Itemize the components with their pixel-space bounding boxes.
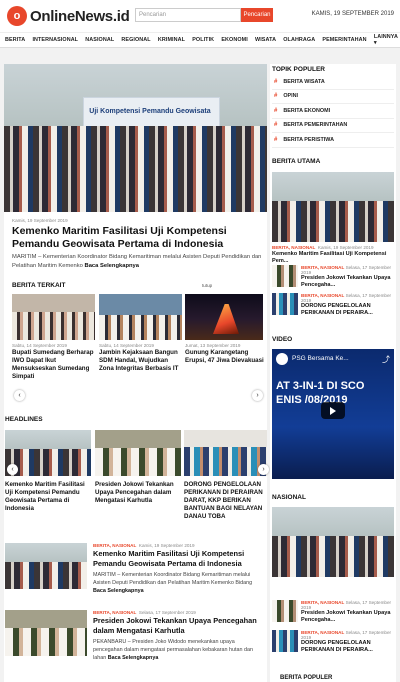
terkait-title-1[interactable]: Bupati Sumedang Berharap IWO Dapat Ikut … bbox=[12, 349, 96, 381]
topic-item[interactable]: # OPINI bbox=[272, 90, 394, 104]
list-meta-2: BERITA, NASIONAL Selasa, 17 September 20… bbox=[93, 610, 196, 615]
headlines-next-arrow[interactable]: › bbox=[258, 464, 269, 475]
video-name: PSG Bersama Ke... bbox=[292, 355, 349, 362]
list-item: BERITA, NASIONAL Selasa, 17 September 20… bbox=[4, 610, 267, 676]
terkait-prev-arrow[interactable]: ‹ bbox=[14, 390, 25, 401]
utama-main-title[interactable]: Kemenko Maritim Fasilitasi Uji Kompetens… bbox=[272, 251, 394, 265]
list-image-2[interactable] bbox=[5, 610, 87, 656]
sidebar: TOPIK POPULER # BERITA WISATA # OPINI # BER… bbox=[270, 64, 396, 682]
headline-image-3[interactable] bbox=[184, 430, 267, 476]
nasional-item-image[interactable] bbox=[272, 630, 298, 652]
site-logo[interactable]: o OnlineNews.id bbox=[7, 6, 130, 26]
nav-item-wisata[interactable]: WISATA bbox=[255, 37, 276, 43]
berita-terkait-heading: BERITA TERKAIT bbox=[12, 282, 66, 289]
play-icon bbox=[330, 406, 336, 415]
logo-icon: o bbox=[7, 6, 27, 26]
nav-item-lainnya[interactable]: LAINNYA ▾ bbox=[374, 34, 398, 46]
utama-item-title[interactable]: DORONG PENGELOLAAN PERIKANAN DI PERAIRA.… bbox=[301, 303, 394, 317]
hash-icon: # bbox=[274, 107, 278, 114]
nasional-item: BERITA, NASIONAL Selasa, 17 September 20… bbox=[272, 630, 394, 654]
utama-main-title-wrap: Kemenko Maritim Fasilitasi Uji Kompetens… bbox=[272, 251, 394, 265]
hero-date: Kamis, 19 September 2019 bbox=[12, 218, 68, 223]
share-icon[interactable]: ⤴ bbox=[382, 354, 390, 365]
topik-populer-heading: TOPIK POPULER bbox=[272, 66, 325, 73]
hash-icon: # bbox=[274, 122, 278, 129]
terkait-image-3[interactable] bbox=[185, 294, 263, 340]
nav-item-ekonomi[interactable]: EKONOMI bbox=[221, 37, 247, 43]
hash-icon: # bbox=[274, 136, 278, 143]
nasional-item-title[interactable]: Presiden Jokowi Tekankan Upaya Pencegaha… bbox=[301, 610, 394, 624]
utama-item: BERITA, NASIONAL Selasa, 17 September 20… bbox=[272, 293, 394, 317]
nav-item-pemerintahan[interactable]: PEMERINTAHAN bbox=[322, 37, 366, 43]
list-read-more-1[interactable]: Baca Selengkapnya bbox=[93, 588, 144, 594]
nav-item-berita[interactable]: BERITA bbox=[5, 37, 25, 43]
utama-item-title[interactable]: Presiden Jokowi Tekankan Upaya Pencegaha… bbox=[301, 275, 394, 289]
nav-item-nasional[interactable]: NASIONAL bbox=[85, 37, 114, 43]
topic-item[interactable]: # BERITA PEMERINTAHAN bbox=[272, 119, 394, 133]
search-input[interactable]: Pencarian bbox=[135, 8, 241, 22]
logo-text: OnlineNews.id bbox=[30, 7, 130, 25]
terkait-date-1: Sabtu, 14 September 2019 bbox=[12, 343, 67, 348]
nav-item-internasional[interactable]: INTERNASIONAL bbox=[32, 37, 78, 43]
nav-item-politik[interactable]: POLITIK bbox=[192, 37, 214, 43]
list-excerpt-2: PEKANBARU – Presiden Joko Widodo menekan… bbox=[93, 639, 254, 661]
nasional-item-image[interactable] bbox=[272, 600, 298, 622]
hero-read-more[interactable]: Baca Selengkapnya bbox=[85, 263, 139, 269]
topic-item[interactable]: # BERITA WISATA bbox=[272, 75, 394, 90]
list-title-1[interactable]: Kemenko Maritim Fasilitasi Uji Kompetens… bbox=[93, 549, 265, 568]
utama-item-image[interactable] bbox=[272, 265, 298, 287]
nav-item-kriminal[interactable]: KRIMINAL bbox=[158, 37, 185, 43]
list-excerpt-1: MARITIM – Kementerian Koordinator Bidang… bbox=[93, 572, 253, 594]
header-date: KAMIS, 19 SEPTEMBER 2019 bbox=[311, 11, 394, 17]
headlines-heading: HEADLINES bbox=[5, 416, 43, 423]
nasional-item: BERITA, NASIONAL Selasa, 17 September 20… bbox=[272, 600, 394, 624]
hero-title[interactable]: Kemenko Maritim Fasilitasi Uji Kompetens… bbox=[12, 225, 262, 251]
list-title-2[interactable]: Presiden Jokowi Tekankan Upaya Pencegaha… bbox=[93, 616, 265, 635]
headline-title-1[interactable]: Kemenko Maritim Fasilitasi Uji Kompetens… bbox=[5, 481, 91, 513]
list-meta-1: BERITA, NASIONAL Kamis, 19 September 201… bbox=[93, 543, 195, 548]
nasional-main-image[interactable] bbox=[272, 507, 394, 577]
terkait-image-1[interactable] bbox=[12, 294, 95, 340]
hash-icon: # bbox=[274, 78, 278, 85]
main-nav: BERITA INTERNASIONAL NASIONAL REGIONAL K… bbox=[0, 32, 400, 48]
terkait-title-3[interactable]: Gunung Karangetang Erupsi, 47 Jiwa Dieva… bbox=[185, 349, 265, 365]
topic-item[interactable]: # BERITA PERISTIWA bbox=[272, 133, 394, 148]
video-heading: VIDEO bbox=[272, 336, 293, 343]
terkait-next-arrow[interactable]: › bbox=[252, 390, 263, 401]
hero-excerpt: MARITIM – Kementerian Koordinator Bidang… bbox=[12, 254, 262, 269]
nav-item-regional[interactable]: REGIONAL bbox=[121, 37, 150, 43]
utama-main-meta: BERITA, NASIONAL Kamis, 19 September 201… bbox=[272, 245, 374, 250]
headlines-prev-arrow[interactable]: ‹ bbox=[7, 464, 18, 475]
utama-main-image[interactable] bbox=[272, 172, 394, 242]
hero-image[interactable]: Uji Kompetensi Pemandu Geowisata bbox=[4, 64, 267, 212]
headline-title-2[interactable]: Presiden Jokowi Tekankan Upaya Pencegaha… bbox=[95, 481, 181, 505]
terkait-title-2[interactable]: Jambin Kejaksaan Bangun SDM Handal, Wuju… bbox=[99, 349, 183, 373]
terkait-date-2: Sabtu, 14 September 2019 bbox=[99, 343, 154, 348]
video-player[interactable]: PSG Bersama Ke... ⤴ AT 3-IN-1 DI SCO ENI… bbox=[272, 349, 394, 479]
nasional-item-title[interactable]: DORONG PENGELOLAAN PERIKANAN DI PERAIRA.… bbox=[301, 640, 394, 654]
list-image-1[interactable] bbox=[5, 543, 87, 589]
search-button[interactable]: Pencarian bbox=[241, 8, 273, 22]
list-item: BERITA, NASIONAL Kamis, 19 September 201… bbox=[4, 543, 267, 609]
main-column: Uji Kompetensi Pemandu Geowisata Kamis, … bbox=[4, 64, 269, 682]
nasional-heading: NASIONAL bbox=[272, 494, 306, 501]
topic-item[interactable]: # BERITA EKONOMI bbox=[272, 104, 394, 119]
utama-item-image[interactable] bbox=[272, 293, 298, 315]
berita-populer-heading: BERITA POPULER bbox=[280, 675, 333, 681]
utama-item: BERITA, NASIONAL Selasa, 17 September 20… bbox=[272, 265, 394, 289]
headline-image-2[interactable] bbox=[95, 430, 181, 476]
berita-utama-heading: BERITA UTAMA bbox=[272, 158, 321, 165]
site-header: o OnlineNews.id Pencarian Pencarian KAMI… bbox=[0, 0, 400, 30]
terkait-close[interactable]: tutup bbox=[202, 283, 212, 288]
list-read-more-2[interactable]: Baca Selengkapnya bbox=[108, 655, 159, 661]
hash-icon: # bbox=[274, 93, 278, 100]
terkait-date-3: Jumat, 13 September 2019 bbox=[185, 343, 241, 348]
headline-title-3[interactable]: DORONG PENGELOLAAN PERIKANAN DI PERAIRAN… bbox=[184, 481, 266, 521]
terkait-image-2[interactable] bbox=[99, 294, 182, 340]
hero-banner-text: Uji Kompetensi Pemandu Geowisata bbox=[89, 108, 211, 116]
play-button[interactable] bbox=[321, 402, 345, 419]
nav-item-olahraga[interactable]: OLAHRAGA bbox=[283, 37, 315, 43]
